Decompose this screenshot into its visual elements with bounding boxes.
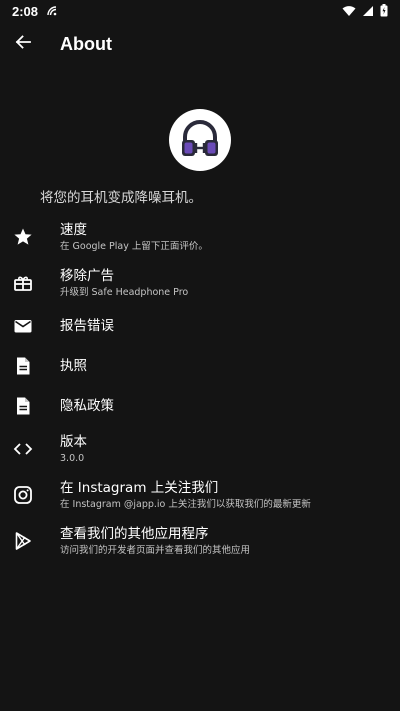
other-apps-item[interactable]: 查看我们的其他应用程序 访问我们的开发者页面并查看我们的其他应用 — [0, 518, 400, 564]
play-store-icon — [12, 530, 34, 552]
app-tagline: 将您的耳机变成降噪耳机。 — [40, 190, 202, 206]
instagram-icon — [12, 484, 34, 506]
page-title: About — [60, 33, 112, 54]
instagram-item[interactable]: 在 Instagram 上关注我们 在 Instagram @japp.io 上… — [0, 472, 400, 518]
status-bar: 2:08 — [0, 0, 400, 22]
app-logo — [169, 109, 231, 171]
status-time: 2:08 — [12, 3, 39, 19]
item-title: 执照 — [60, 357, 87, 374]
gift-icon — [12, 272, 34, 294]
signal-waves-icon — [46, 2, 58, 21]
item-subtitle: 访问我们的开发者页面并查看我们的其他应用 — [60, 544, 251, 556]
item-title: 隐私政策 — [60, 397, 114, 414]
privacy-policy-item[interactable]: 隐私政策 — [0, 386, 400, 426]
item-title: 在 Instagram 上关注我们 — [60, 479, 219, 496]
item-title: 速度 — [60, 221, 87, 238]
item-subtitle: 在 Google Play 上留下正面评价。 — [60, 240, 208, 252]
report-bug-item[interactable]: 报告错误 — [0, 306, 400, 346]
item-title: 报告错误 — [60, 317, 114, 334]
star-icon — [12, 226, 34, 248]
wifi-icon — [342, 2, 356, 21]
battery-icon — [380, 2, 388, 21]
back-button[interactable] — [0, 22, 46, 66]
item-subtitle: 3.0.0 — [60, 452, 85, 464]
about-list: 速度 在 Google Play 上留下正面评价。 移除广告 升级到 Safe … — [0, 214, 400, 564]
remove-ads-item[interactable]: 移除广告 升级到 Safe Headphone Pro — [0, 260, 400, 306]
cell-signal-icon — [362, 2, 374, 21]
item-title: 移除广告 — [60, 267, 114, 284]
item-subtitle: 升级到 Safe Headphone Pro — [60, 286, 189, 298]
app-bar: About — [0, 22, 400, 66]
version-item[interactable]: 版本 3.0.0 — [0, 426, 400, 472]
arrow-back-icon — [14, 33, 32, 55]
document-icon — [12, 355, 34, 377]
mail-icon — [12, 315, 34, 337]
item-title: 查看我们的其他应用程序 — [60, 525, 209, 542]
code-icon — [12, 438, 34, 460]
headphones-icon — [176, 114, 224, 166]
item-title: 版本 — [60, 433, 87, 450]
rate-app-item[interactable]: 速度 在 Google Play 上留下正面评价。 — [0, 214, 400, 260]
document-icon — [12, 395, 34, 417]
item-subtitle: 在 Instagram @japp.io 上关注我们以获取我们的最新更新 — [60, 498, 311, 510]
license-item[interactable]: 执照 — [0, 346, 400, 386]
